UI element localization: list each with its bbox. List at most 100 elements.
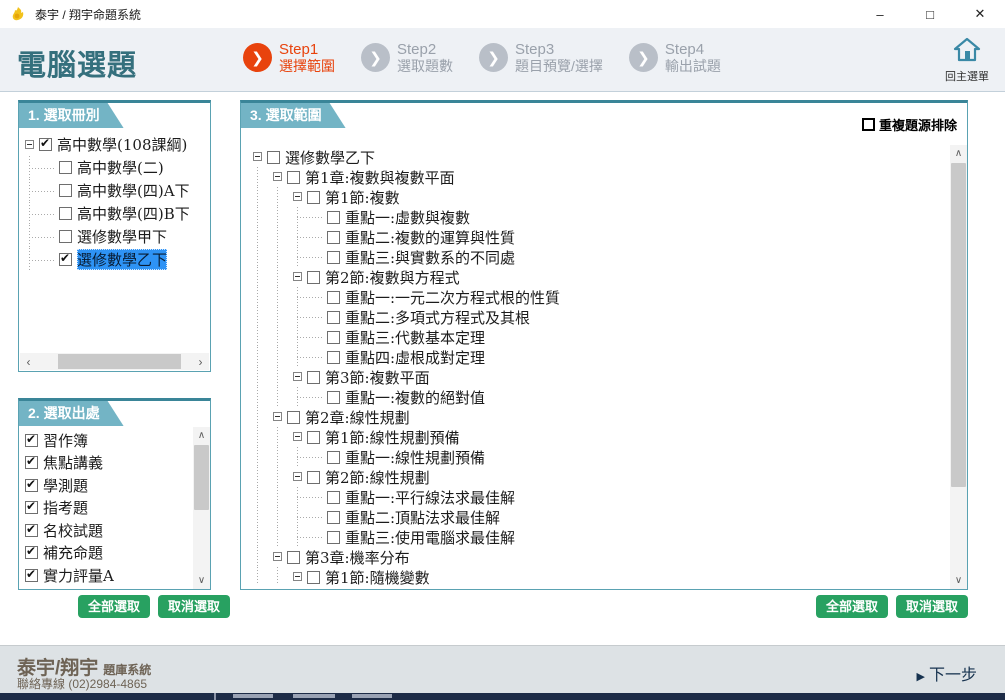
home-button[interactable]: 回主選單 [939,36,995,84]
node-checkbox[interactable] [287,411,300,424]
collapse-minus-icon[interactable] [293,372,302,381]
node-checkbox[interactable] [39,138,52,151]
node-checkbox[interactable] [327,331,340,344]
expand-toggle[interactable] [293,427,307,447]
collapse-minus-icon[interactable] [293,432,302,441]
node-checkbox[interactable] [327,491,340,504]
node-checkbox[interactable] [307,271,320,284]
collapse-minus-icon[interactable] [293,272,302,281]
deselect-sources-button[interactable]: 取消選取 [158,595,230,618]
node-checkbox[interactable] [327,391,340,404]
expand-toggle[interactable] [293,567,307,585]
expand-toggle[interactable] [25,133,39,156]
horizontal-scrollbar[interactable]: ‹ › [20,353,209,370]
expand-toggle[interactable] [293,367,307,387]
node-label[interactable]: 重點二:多項式方程式及其根 [345,307,530,328]
scroll-down-icon[interactable]: ∨ [193,572,210,589]
expand-toggle[interactable] [253,147,267,167]
node-label[interactable]: 高中數學(四)A下 [77,180,190,201]
close-button[interactable]: ✕ [955,0,1005,28]
node-label[interactable]: 重點一:一元二次方程式根的性質 [345,287,560,308]
node-label[interactable]: 重點四:虛根成對定理 [345,347,485,368]
select-all-range-button[interactable]: 全部選取 [816,595,888,618]
node-label[interactable]: 第2節:複數與方程式 [325,267,460,288]
node-label[interactable]: 第1章:複數與複數平面 [305,167,455,188]
collapse-minus-icon[interactable] [293,572,302,581]
source-label[interactable]: 名校試題 [43,520,103,541]
scroll-up-icon[interactable]: ∧ [193,427,210,444]
node-label[interactable]: 重點一:虛數與複數 [345,207,470,228]
scroll-right-icon[interactable]: › [192,353,209,370]
expand-toggle[interactable] [273,167,287,187]
expand-toggle[interactable] [293,187,307,207]
source-checkbox[interactable] [25,501,38,514]
node-label[interactable]: 重點二:頂點法求最佳解 [345,507,500,528]
vertical-scrollbar[interactable]: ∧ ∨ [193,427,210,589]
exclude-duplicates-checkbox[interactable] [862,118,875,131]
source-checkbox[interactable] [25,524,38,537]
node-label[interactable]: 高中數學(108課綱) [57,134,187,155]
source-label[interactable]: 補充命題 [43,542,103,563]
expand-toggle[interactable] [273,547,287,567]
node-checkbox[interactable] [307,571,320,584]
node-label[interactable]: 高中數學(四)B下 [77,203,190,224]
source-label[interactable]: 課本-例題 [43,587,108,588]
source-label[interactable]: 學測題 [43,475,88,496]
node-label[interactable]: 第2章:線性規劃 [305,407,410,428]
node-checkbox[interactable] [327,311,340,324]
node-checkbox[interactable] [307,371,320,384]
scroll-up-icon[interactable]: ∧ [950,145,967,162]
node-checkbox[interactable] [287,551,300,564]
node-checkbox[interactable] [267,151,280,164]
select-all-sources-button[interactable]: 全部選取 [78,595,150,618]
expand-toggle[interactable] [293,467,307,487]
scrollbar-thumb[interactable] [58,354,181,369]
node-checkbox[interactable] [59,230,72,243]
collapse-minus-icon[interactable] [273,172,282,181]
next-step-button[interactable]: ▶下一步 [917,661,977,685]
node-checkbox[interactable] [327,231,340,244]
node-checkbox[interactable] [59,253,72,266]
deselect-range-button[interactable]: 取消選取 [896,595,968,618]
node-checkbox[interactable] [59,207,72,220]
collapse-minus-icon[interactable] [293,472,302,481]
node-label[interactable]: 第1節:線性規劃預備 [325,427,460,448]
source-checkbox[interactable] [25,434,38,447]
node-checkbox[interactable] [327,451,340,464]
maximize-button[interactable]: □ [905,0,955,28]
scrollbar-thumb[interactable] [194,445,209,510]
node-label[interactable]: 選修數學乙下 [77,249,167,270]
node-checkbox[interactable] [327,291,340,304]
node-label[interactable]: 重點二:複數的運算與性質 [345,227,515,248]
node-label[interactable]: 重點一:複數的絕對值 [345,387,485,408]
node-checkbox[interactable] [59,184,72,197]
source-label[interactable]: 焦點講義 [43,452,103,473]
scroll-down-icon[interactable]: ∨ [950,572,967,589]
node-label[interactable]: 第3章:機率分布 [305,547,410,568]
node-label[interactable]: 重點一:平行線法求最佳解 [345,487,515,508]
minimize-button[interactable]: – [855,0,905,28]
node-checkbox[interactable] [307,191,320,204]
collapse-minus-icon[interactable] [293,192,302,201]
source-checkbox[interactable] [25,456,38,469]
node-checkbox[interactable] [327,511,340,524]
node-checkbox[interactable] [287,171,300,184]
node-checkbox[interactable] [307,431,320,444]
node-label[interactable]: 重點一:線性規劃預備 [345,447,485,468]
node-checkbox[interactable] [327,211,340,224]
node-label[interactable]: 第2節:線性規劃 [325,467,430,488]
expand-toggle[interactable] [273,407,287,427]
node-label[interactable]: 第1節:複數 [325,187,400,208]
scroll-left-icon[interactable]: ‹ [20,353,37,370]
collapse-minus-icon[interactable] [253,152,262,161]
source-checkbox[interactable] [25,546,38,559]
node-checkbox[interactable] [327,351,340,364]
node-label[interactable]: 重點三:代數基本定理 [345,327,485,348]
vertical-scrollbar[interactable]: ∧ ∨ [950,145,967,589]
collapse-minus-icon[interactable] [273,552,282,561]
node-label[interactable]: 重點三:使用電腦求最佳解 [345,527,515,548]
collapse-minus-icon[interactable] [273,412,282,421]
node-label[interactable]: 第3節:複數平面 [325,367,430,388]
node-checkbox[interactable] [59,161,72,174]
scrollbar-thumb[interactable] [951,163,966,487]
